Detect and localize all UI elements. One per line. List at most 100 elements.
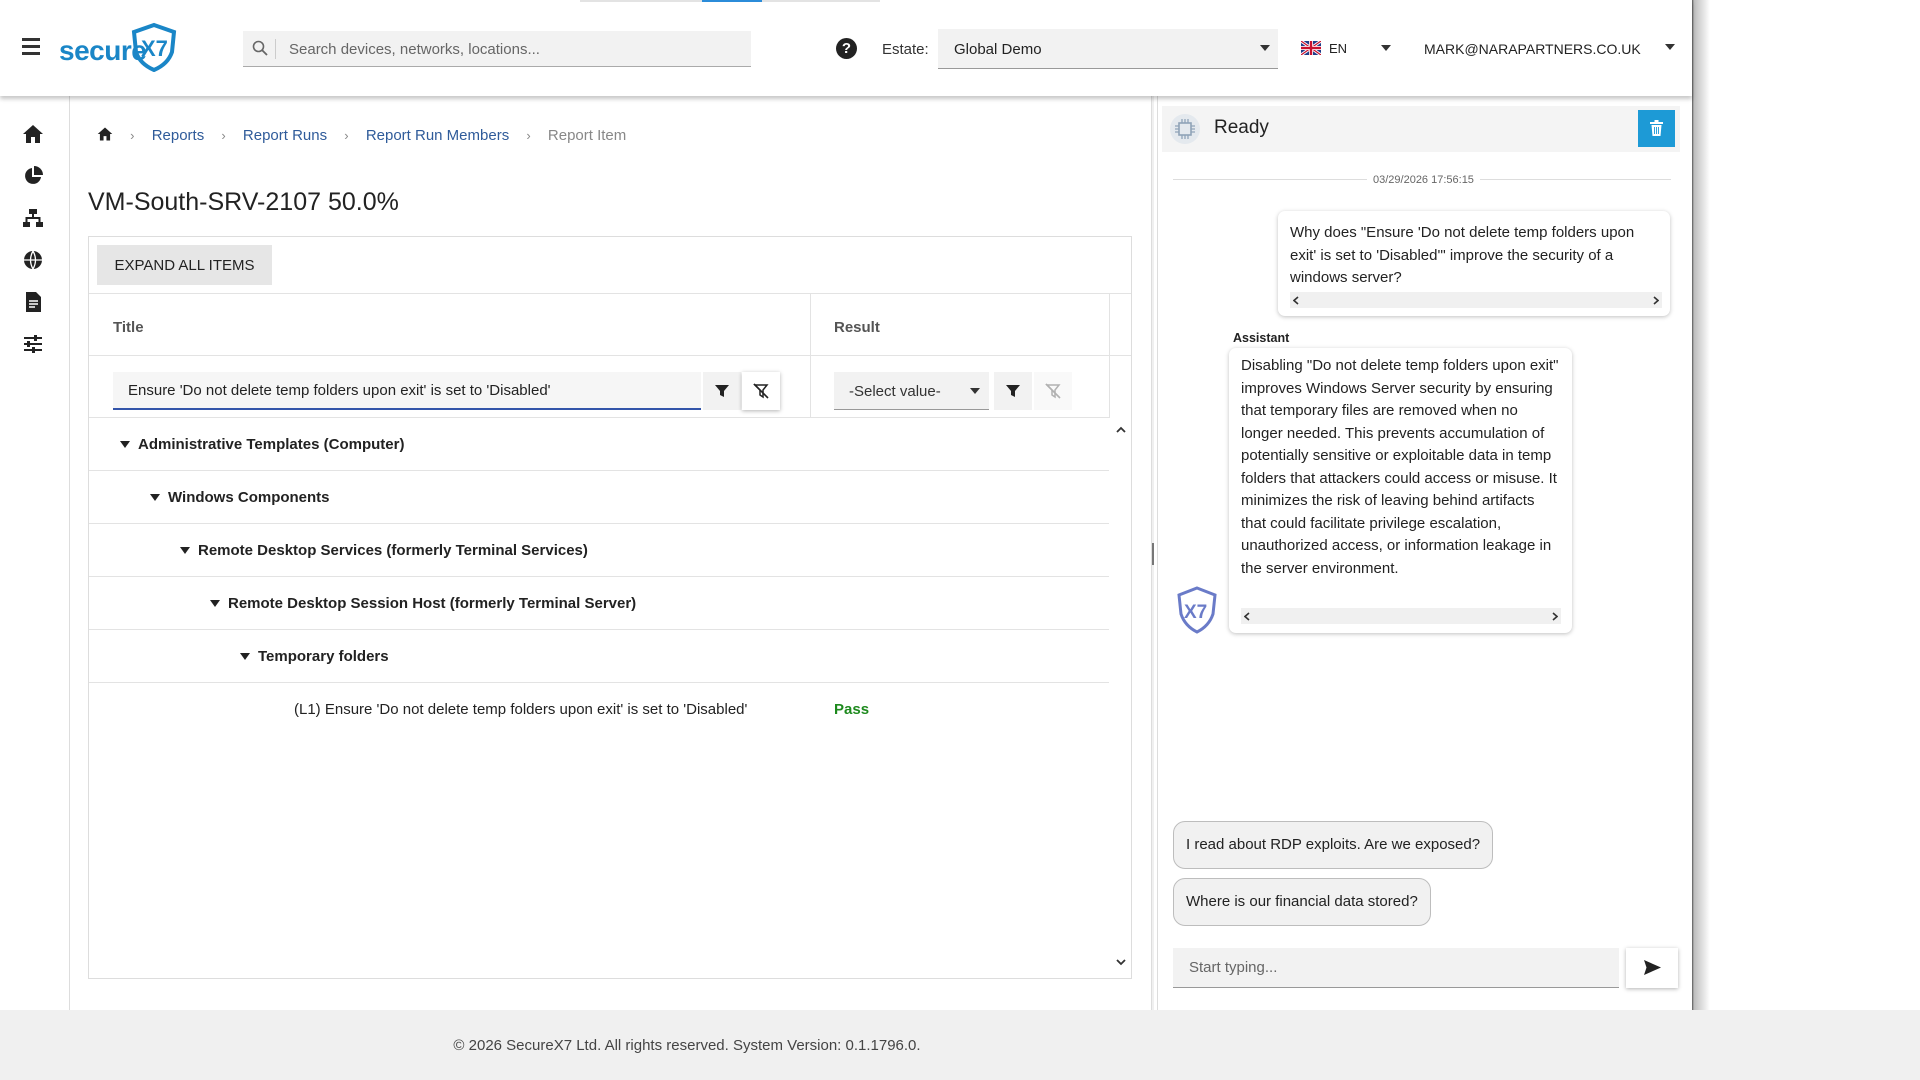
chevron-right-icon[interactable] bbox=[1552, 612, 1558, 621]
title-filter-button[interactable] bbox=[703, 372, 741, 410]
home-icon[interactable] bbox=[22, 123, 44, 145]
estate-select[interactable]: Global Demo bbox=[938, 29, 1278, 69]
panel-resize-handle[interactable] bbox=[1151, 96, 1154, 1010]
search-divider bbox=[275, 39, 276, 59]
expand-all-button[interactable]: EXPAND ALL ITEMS bbox=[97, 245, 272, 285]
title-filter-input[interactable] bbox=[113, 372, 701, 410]
top-tab-indicator bbox=[580, 0, 880, 2]
breadcrumb-report-run-members[interactable]: Report Run Members bbox=[366, 127, 509, 144]
tree-node[interactable]: Remote Desktop Services (formerly Termin… bbox=[89, 524, 1109, 577]
chevron-right-icon: › bbox=[526, 128, 531, 143]
tree-leaf-label: (L1) Ensure 'Do not delete temp folders … bbox=[294, 701, 748, 718]
tree-node-label: Remote Desktop Services (formerly Termin… bbox=[198, 542, 588, 559]
title-clear-filter-button[interactable] bbox=[742, 372, 780, 410]
assistant-role-label: Assistant bbox=[1233, 331, 1290, 345]
tree-node-label: Windows Components bbox=[168, 489, 330, 506]
search-input[interactable] bbox=[289, 31, 739, 67]
breadcrumb-reports[interactable]: Reports bbox=[152, 127, 205, 144]
horizontal-scrollbar[interactable] bbox=[1241, 608, 1561, 624]
horizontal-scrollbar[interactable] bbox=[1290, 292, 1662, 308]
estate-value: Global Demo bbox=[954, 41, 1042, 58]
footer-text: © 2026 SecureX7 Ltd. All rights reserved… bbox=[453, 1037, 921, 1054]
chevron-right-icon: › bbox=[130, 128, 135, 143]
caret-down-icon[interactable] bbox=[240, 653, 250, 660]
document-icon[interactable] bbox=[22, 291, 44, 313]
assistant-header: Ready bbox=[1162, 106, 1680, 152]
user-menu[interactable]: MARK@NARAPARTNERS.CO.UK bbox=[1424, 41, 1641, 57]
caret-down-icon bbox=[970, 388, 980, 394]
breadcrumb-report-item: Report Item bbox=[547, 127, 627, 144]
breadcrumb-report-runs[interactable]: Report Runs bbox=[243, 127, 327, 144]
chevron-left-icon[interactable] bbox=[1293, 296, 1299, 305]
result-clear-filter-button[interactable] bbox=[1034, 372, 1072, 410]
globe-icon[interactable] bbox=[22, 249, 44, 271]
app-root: secure X7 ? Estate: Global Demo bbox=[0, 0, 1920, 1080]
tree-node-label: Remote Desktop Session Host (formerly Te… bbox=[228, 595, 637, 612]
search-icon bbox=[252, 40, 268, 56]
caret-down-icon[interactable] bbox=[180, 547, 190, 554]
search-box bbox=[243, 31, 751, 67]
suggestion-chip[interactable]: I read about RDP exploits. Are we expose… bbox=[1173, 821, 1494, 869]
result-filter-select[interactable]: -Select value- bbox=[834, 372, 989, 410]
language-code: EN bbox=[1329, 41, 1348, 56]
chat-input[interactable] bbox=[1173, 948, 1619, 988]
caret-down-icon[interactable] bbox=[1665, 44, 1675, 50]
tree-node-label: Temporary folders bbox=[258, 648, 389, 665]
tree-node[interactable]: Temporary folders bbox=[89, 630, 1109, 683]
caret-down-icon[interactable] bbox=[120, 441, 130, 448]
resize-grip[interactable] bbox=[1152, 543, 1154, 565]
suggestion-chip[interactable]: Where is our financial data stored? bbox=[1173, 878, 1431, 926]
caret-down-icon[interactable] bbox=[150, 494, 160, 501]
chevron-up-icon[interactable] bbox=[1116, 426, 1126, 433]
vertical-scrollbar[interactable] bbox=[1110, 418, 1131, 978]
chevron-left-icon[interactable] bbox=[1244, 612, 1250, 621]
result-status-badge: Pass bbox=[834, 701, 870, 718]
clear-filter-icon bbox=[1045, 383, 1061, 399]
tree-node[interactable]: Administrative Templates (Computer) bbox=[89, 418, 1109, 471]
main-content: › Reports › Report Runs › Report Run Mem… bbox=[71, 96, 1151, 1010]
column-header-result[interactable]: Result bbox=[834, 319, 880, 336]
user-message-text: Why does "Ensure 'Do not delete temp fol… bbox=[1290, 224, 1635, 286]
send-icon bbox=[1644, 960, 1661, 975]
result-filter-button[interactable] bbox=[994, 372, 1032, 410]
assistant-message-text: Disabling "Do not delete temp folders up… bbox=[1241, 357, 1559, 577]
uk-flag-icon bbox=[1301, 41, 1321, 55]
securex7-logo[interactable]: secure X7 bbox=[59, 22, 179, 74]
background-overlay bbox=[1692, 0, 1920, 1020]
help-icon[interactable]: ? bbox=[836, 38, 857, 59]
result-filter-value: -Select value- bbox=[849, 383, 941, 400]
language-select[interactable]: EN bbox=[1301, 40, 1401, 60]
column-header-title[interactable]: Title bbox=[113, 319, 144, 336]
grid-header bbox=[89, 293, 1131, 356]
chip-icon bbox=[1170, 114, 1200, 144]
message-timestamp-divider: 03/29/2026 17:56:15 bbox=[1173, 174, 1671, 186]
pie-chart-icon[interactable] bbox=[22, 165, 44, 187]
svg-text:X7: X7 bbox=[1184, 602, 1207, 623]
user-message: Why does "Ensure 'Do not delete temp fol… bbox=[1278, 211, 1670, 316]
chevron-down-icon[interactable] bbox=[1116, 959, 1126, 966]
svg-text:X7: X7 bbox=[141, 36, 168, 61]
footer: © 2026 SecureX7 Ltd. All rights reserved… bbox=[0, 1010, 1920, 1080]
sidebar bbox=[0, 96, 70, 1010]
home-icon[interactable] bbox=[97, 126, 113, 142]
network-icon[interactable] bbox=[22, 207, 44, 229]
menu-icon[interactable] bbox=[22, 38, 40, 56]
column-divider bbox=[1109, 293, 1110, 418]
tree-leaf-row[interactable]: (L1) Ensure 'Do not delete temp folders … bbox=[89, 683, 1109, 736]
tree-node[interactable]: Remote Desktop Session Host (formerly Te… bbox=[89, 577, 1109, 630]
top-bar: secure X7 ? Estate: Global Demo bbox=[0, 0, 1692, 96]
chevron-right-icon[interactable] bbox=[1653, 296, 1659, 305]
caret-down-icon bbox=[1260, 45, 1270, 51]
tree-node[interactable]: Windows Components bbox=[89, 471, 1109, 524]
assistant-message: Disabling "Do not delete temp folders up… bbox=[1229, 348, 1572, 633]
active-tab-indicator bbox=[702, 0, 762, 2]
clear-filter-icon bbox=[753, 383, 769, 399]
caret-down-icon[interactable] bbox=[210, 600, 220, 607]
logo-shield-icon: X7 bbox=[131, 22, 177, 72]
clear-chat-button[interactable] bbox=[1638, 110, 1675, 147]
chevron-right-icon: › bbox=[221, 128, 226, 143]
report-panel: EXPAND ALL ITEMS Title Result -Select va… bbox=[88, 236, 1132, 979]
send-button[interactable] bbox=[1626, 948, 1678, 988]
page-title: VM-South-SRV-2107 50.0% bbox=[88, 188, 399, 216]
sliders-icon[interactable] bbox=[22, 333, 44, 355]
